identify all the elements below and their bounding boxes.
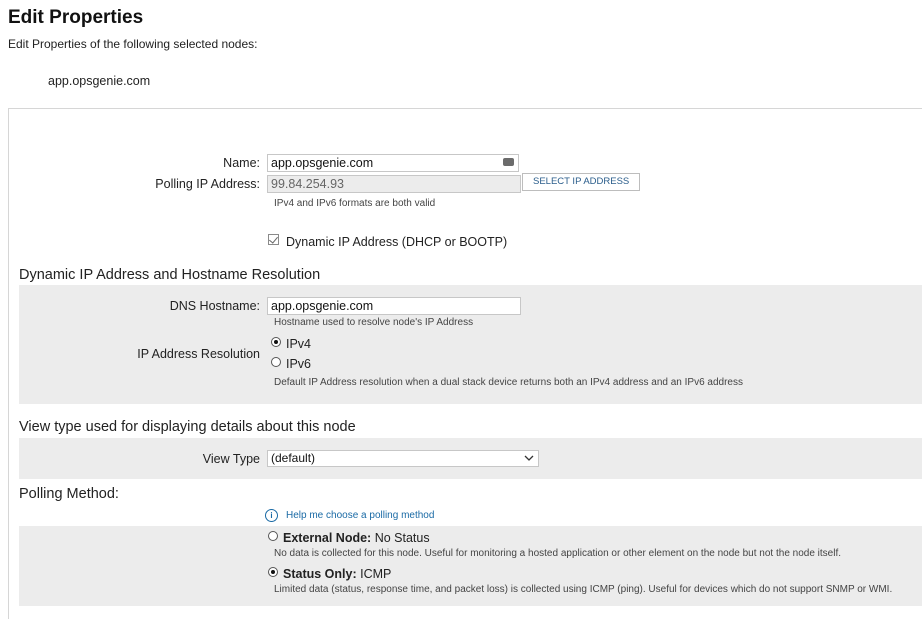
ip-resolution-label: IP Address Resolution <box>137 347 260 361</box>
view-type-label: View Type <box>202 452 260 466</box>
ip-hint: IPv4 and IPv6 formats are both valid <box>274 198 436 209</box>
status-only-name: Status Only: <box>283 567 357 581</box>
chevron-down-icon <box>524 455 534 461</box>
dynamic-ip-checkbox[interactable] <box>268 234 279 245</box>
polling-ip-label: Polling IP Address: <box>155 177 260 191</box>
page-title: Edit Properties <box>8 7 144 28</box>
status-only-value: ICMP <box>360 567 392 581</box>
keyboard-icon <box>503 158 514 166</box>
view-type-value: (default) <box>271 451 316 465</box>
external-node-option: External Node: No Status <box>283 531 430 545</box>
help-choose-polling-link[interactable]: Help me choose a polling method <box>286 510 434 521</box>
dns-hint: Hostname used to resolve node's IP Addre… <box>274 317 474 328</box>
status-only-description: Limited data (status, response time, and… <box>274 584 893 595</box>
dns-hostname-label: DNS Hostname: <box>169 299 260 313</box>
name-input[interactable]: app.opsgenie.com <box>267 154 519 172</box>
select-ip-button[interactable]: SELECT IP ADDRESS <box>522 173 641 191</box>
view-type-select[interactable]: (default) <box>267 450 539 467</box>
ipv6-label: IPv6 <box>286 357 312 371</box>
selected-node: app.opsgenie.com <box>48 74 151 88</box>
view-section-heading: View type used for displaying details ab… <box>19 419 356 435</box>
dns-hostname-value: app.opsgenie.com <box>271 299 374 313</box>
status-only-radio[interactable] <box>268 567 278 577</box>
ipv6-radio[interactable] <box>271 357 281 367</box>
name-label: Name: <box>223 156 260 170</box>
page-subtitle: Edit Properties of the following selecte… <box>8 37 258 51</box>
dynamic-ip-label: Dynamic IP Address (DHCP or BOOTP) <box>286 235 508 249</box>
name-value: app.opsgenie.com <box>271 156 374 170</box>
resolution-hint: Default IP Address resolution when a dua… <box>274 377 743 388</box>
dns-hostname-input[interactable]: app.opsgenie.com <box>267 297 521 315</box>
dynamic-section-heading: Dynamic IP Address and Hostname Resoluti… <box>19 267 321 283</box>
info-icon: i <box>265 509 278 522</box>
polling-section-heading: Polling Method: <box>19 486 119 502</box>
check-icon <box>269 234 278 244</box>
external-node-name: External Node: <box>283 531 372 545</box>
polling-ip-value: 99.84.254.93 <box>271 177 344 191</box>
status-only-option: Status Only: ICMP <box>283 567 391 581</box>
ipv4-label: IPv4 <box>286 337 312 351</box>
external-node-description: No data is collected for this node. Usef… <box>274 548 842 559</box>
ipv4-radio[interactable] <box>271 337 281 347</box>
polling-ip-input: 99.84.254.93 <box>267 175 521 193</box>
external-node-value: No Status <box>374 531 430 545</box>
external-node-radio[interactable] <box>268 531 278 541</box>
